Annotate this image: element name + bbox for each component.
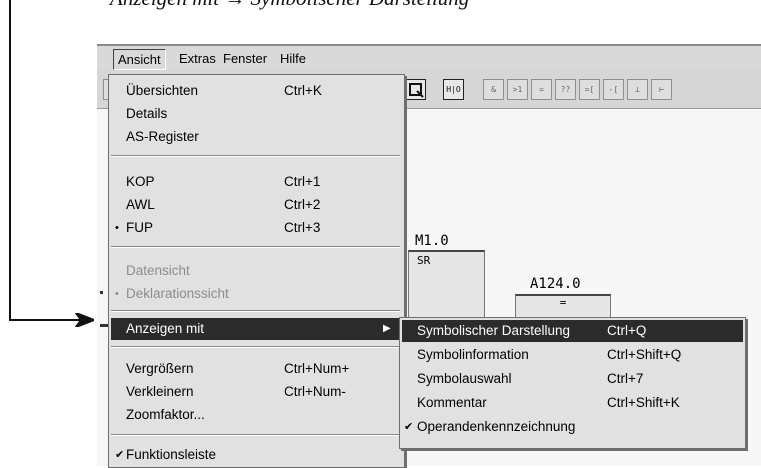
submenu-item-symbolauswahl[interactable]: Symbolauswahl Ctrl+7 [400,368,745,390]
toolbar-button-or[interactable]: >1 [507,79,528,100]
menu-item-fup[interactable]: • FUP Ctrl+3 [109,217,404,239]
caption-text: Anzeigen mit → Symbolischer Darstellung [110,0,469,11]
checkmark-icon: ✔ [404,421,414,433]
checkmark-icon: ✔ [115,449,125,461]
bullet-icon: • [115,288,119,300]
menu-separator [111,246,400,248]
submenu-item-symbolinformation[interactable]: Symbolinformation Ctrl+Shift+Q [400,344,745,366]
block1-box[interactable]: SR [408,250,485,323]
callout-line-vertical [9,0,11,320]
toolbar-button-connection[interactable]: ⊢ [651,79,672,100]
menu-item-kop[interactable]: KOP Ctrl+1 [109,171,404,193]
block2-title: = [559,296,567,309]
menu-separator [111,346,400,348]
callout-line-horizontal [9,319,69,321]
menu-item-awl[interactable]: AWL Ctrl+2 [109,194,404,216]
callout-arrowhead-icon [66,313,94,327]
toolbar-button-close-branch[interactable]: ⊥ [627,79,648,100]
menu-item-as-register[interactable]: AS-Register [109,126,404,148]
menu-item-anzeigen-mit[interactable]: Anzeigen mit ▶ [111,318,402,340]
menu-bar: Ansicht Extras Fenster Hilfe [97,44,761,70]
submenu-arrow-icon: ▶ [383,323,391,334]
anzeigen-mit-submenu: Symbolischer Darstellung Ctrl+Q Symbolin… [399,317,746,449]
menu-extras[interactable]: Extras [175,49,220,68]
menu-separator [111,434,400,436]
block1-operand-label[interactable]: M1.0 [415,233,449,249]
menu-separator [111,310,400,312]
toolbar-button-insert-box[interactable]: =[ [579,79,600,100]
toolbar-button-view[interactable] [405,79,426,100]
menu-item-vergroessern[interactable]: Vergrößern Ctrl+Num+ [109,358,404,380]
menu-ansicht[interactable]: Ansicht [113,49,166,70]
bullet-icon: • [115,222,119,234]
menu-item-uebersichten[interactable]: Übersichten Ctrl+K [109,80,404,102]
submenu-item-kommentar[interactable]: Kommentar Ctrl+Shift+K [400,392,745,414]
submenu-item-symbolischer-darstellung[interactable]: Symbolischer Darstellung Ctrl+Q [402,320,743,342]
block2-operand-label[interactable]: A124.0 [530,276,581,292]
toolbar-button-contact[interactable]: H|O [443,79,464,100]
submenu-item-operandenkennzeichnung[interactable]: ✔ Operandenkennzeichnung [400,416,745,438]
toolbar-button-empty-box[interactable]: ?? [555,79,576,100]
toolbar-button-assign[interactable]: = [531,79,552,100]
toolbar-button-and[interactable]: & [483,79,504,100]
menu-item-deklarationssicht: • Deklarationssicht [109,283,404,305]
menu-hilfe[interactable]: Hilfe [276,49,310,68]
menu-item-datensicht: Datensicht [126,263,190,278]
menu-item-zoomfaktor[interactable]: Zoomfaktor... [109,404,404,426]
menu-fenster[interactable]: Fenster [219,49,271,68]
menu-item-funktionsleiste[interactable]: ✔ Funktionsleiste [109,444,404,466]
toolbar-button-branch[interactable]: -[ [603,79,624,100]
menu-item-details[interactable]: Details [109,103,404,125]
network-dot [100,291,103,294]
window-icon [409,83,424,98]
block1-title: SR [417,254,431,267]
menu-separator [111,155,400,157]
network-dash [100,324,108,327]
menu-item-verkleinern[interactable]: Verkleinern Ctrl+Num- [109,381,404,403]
ansicht-menu: Übersichten Ctrl+K Details AS-Register K… [108,74,405,468]
